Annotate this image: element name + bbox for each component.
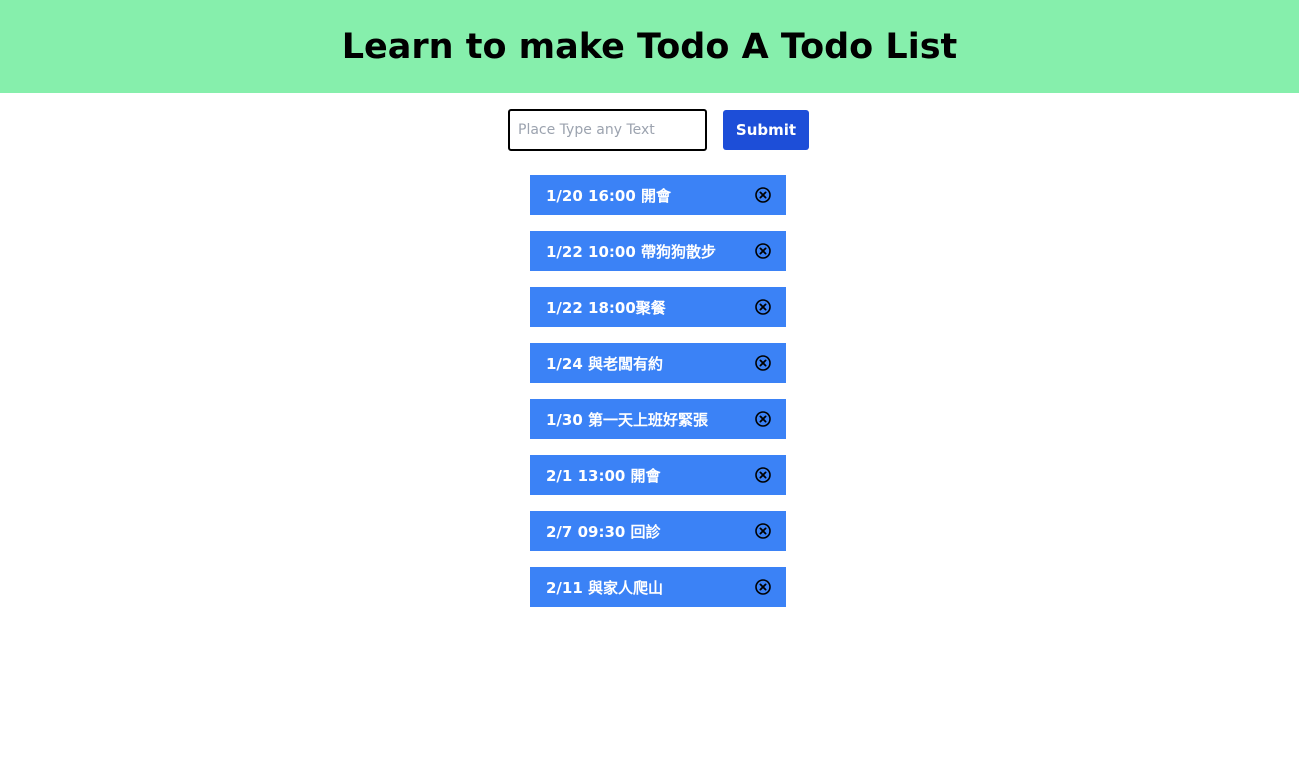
todo-item: 2/1 13:00 開會: [530, 455, 786, 495]
close-circle-icon[interactable]: [754, 186, 772, 204]
todo-list: 1/20 16:00 開會 1/22 10:00 帶狗狗散步 1/22 18:0…: [530, 175, 786, 623]
todo-text: 2/1 13:00 開會: [546, 466, 661, 485]
submit-button[interactable]: Submit: [723, 110, 809, 150]
todo-item: 1/20 16:00 開會: [530, 175, 786, 215]
close-circle-icon[interactable]: [754, 242, 772, 260]
todo-item: 1/30 第一天上班好緊張: [530, 399, 786, 439]
todo-form: Submit: [0, 93, 1299, 175]
todo-item: 2/7 09:30 回診: [530, 511, 786, 551]
page-title: Learn to make Todo A Todo List: [341, 26, 958, 67]
close-circle-icon[interactable]: [754, 522, 772, 540]
todo-text: 1/22 10:00 帶狗狗散步: [546, 242, 716, 261]
close-circle-icon[interactable]: [754, 578, 772, 596]
close-circle-icon[interactable]: [754, 298, 772, 316]
close-circle-icon[interactable]: [754, 410, 772, 428]
app-header: Learn to make Todo A Todo List: [0, 0, 1299, 93]
todo-text: 1/24 與老闆有約: [546, 354, 664, 373]
todo-text: 1/22 18:00聚餐: [546, 298, 666, 317]
todo-text: 2/11 與家人爬山: [546, 578, 664, 597]
todo-item: 1/24 與老闆有約: [530, 343, 786, 383]
todo-text: 2/7 09:30 回診: [546, 522, 661, 541]
todo-text: 1/30 第一天上班好緊張: [546, 410, 709, 429]
todo-input[interactable]: [508, 109, 707, 151]
todo-item: 1/22 18:00聚餐: [530, 287, 786, 327]
close-circle-icon[interactable]: [754, 466, 772, 484]
todo-item: 2/11 與家人爬山: [530, 567, 786, 607]
close-circle-icon[interactable]: [754, 354, 772, 372]
todo-item: 1/22 10:00 帶狗狗散步: [530, 231, 786, 271]
todo-text: 1/20 16:00 開會: [546, 186, 671, 205]
